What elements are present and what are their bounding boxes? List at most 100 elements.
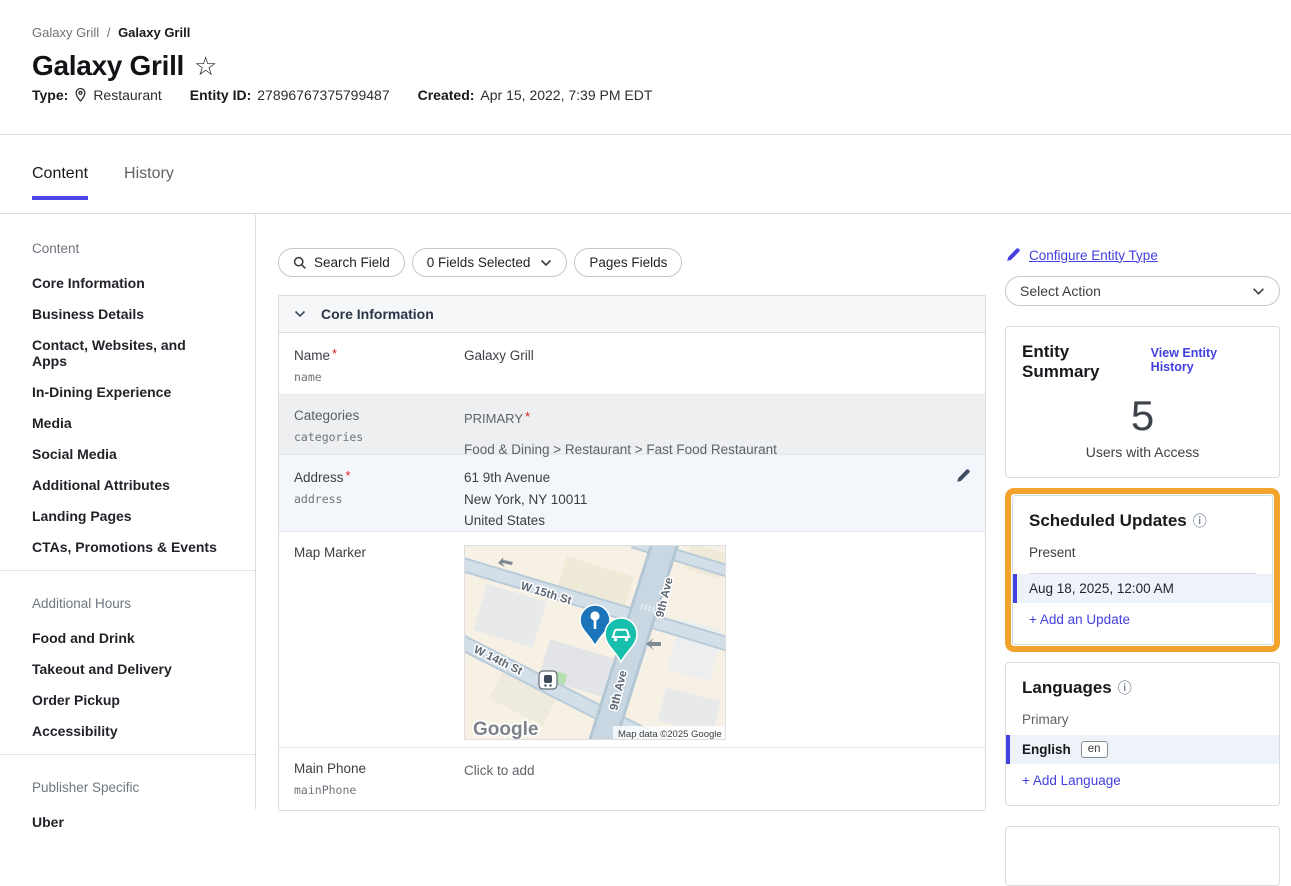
add-language-link[interactable]: + Add Language [1022, 773, 1263, 788]
scheduled-update-row[interactable]: Aug 18, 2025, 12:00 AM [1013, 574, 1272, 603]
type-label: Type: [32, 87, 68, 103]
language-row[interactable]: English en [1006, 735, 1279, 764]
search-field-label: Search Field [314, 255, 390, 270]
core-information-section-header[interactable]: Core Information [279, 296, 985, 333]
sidebar-item-food-and-drink[interactable]: Food and Drink [32, 630, 223, 646]
field-row-main-phone[interactable]: Main Phone mainPhone Click to add [279, 748, 985, 810]
select-action-dropdown[interactable]: Select Action [1005, 276, 1280, 306]
languages-card: Languages ⓘ Primary English en + Add Lan… [1005, 662, 1280, 806]
sidebar-item-uber[interactable]: Uber [32, 814, 223, 830]
tab-history[interactable]: History [124, 165, 174, 200]
info-icon[interactable]: ⓘ [1118, 678, 1132, 698]
edit-pencil-icon[interactable] [941, 468, 971, 518]
field-api-name: categories [294, 430, 456, 444]
scheduled-updates-highlight: Scheduled Updates ⓘ Present Aug 18, 2025… [1005, 488, 1280, 652]
add-update-link[interactable]: + Add an Update [1029, 612, 1256, 627]
entity-summary-title: Entity Summary [1022, 342, 1151, 382]
field-row-address[interactable]: Address* address 61 9th Avenue New York,… [279, 455, 985, 532]
entity-id-label: Entity ID: [190, 87, 251, 103]
sidebar-item-order-pickup[interactable]: Order Pickup [32, 692, 223, 708]
section-title: Core Information [321, 306, 434, 322]
breadcrumb-parent[interactable]: Galaxy Grill [32, 25, 99, 40]
field-value-name[interactable]: Galaxy Grill [464, 346, 971, 381]
present-label: Present [1029, 545, 1256, 560]
view-entity-history-link[interactable]: View Entity History [1151, 346, 1263, 374]
field-row-categories[interactable]: Categories categories PRIMARY* Food & Di… [279, 395, 985, 455]
required-marker: * [332, 346, 337, 361]
select-action-label: Select Action [1020, 283, 1101, 299]
sidebar-heading-additional-hours: Additional Hours [0, 596, 255, 611]
field-value-categories[interactable]: PRIMARY* Food & Dining > Restaurant > Fa… [464, 408, 971, 441]
field-api-name: name [294, 370, 456, 384]
entity-summary-card: Entity Summary View Entity History 5 Use… [1005, 326, 1280, 478]
required-marker: * [346, 468, 351, 483]
sidebar-item-landing-pages[interactable]: Landing Pages [32, 508, 223, 524]
sidebar-item-takeout-and-delivery[interactable]: Takeout and Delivery [32, 661, 223, 677]
scheduled-update-time: Aug 18, 2025, 12:00 AM [1029, 581, 1174, 596]
sidebar-heading-publisher-specific: Publisher Specific [0, 780, 255, 795]
languages-title: Languages [1022, 678, 1112, 698]
main-content: Search Field 0 Fields Selected Pages Fie… [256, 214, 1006, 809]
sidebar-item-social-media[interactable]: Social Media [32, 446, 223, 462]
configure-entity-type-link[interactable]: Configure Entity Type [1029, 248, 1158, 263]
field-label: Categories [294, 408, 456, 423]
star-icon[interactable]: ☆ [194, 53, 217, 79]
field-api-name: address [294, 492, 456, 506]
users-with-access-label: Users with Access [1022, 444, 1263, 460]
sidebar-item-core-information[interactable]: Core Information [32, 275, 223, 291]
pencil-icon [1005, 247, 1021, 263]
field-value-address[interactable]: 61 9th Avenue New York, NY 10011 United … [464, 468, 941, 518]
page-title: Galaxy Grill [32, 50, 184, 82]
breadcrumb-separator: / [107, 25, 111, 40]
sidebar-divider [0, 570, 255, 571]
field-toolbar: Search Field 0 Fields Selected Pages Fie… [278, 248, 1006, 277]
field-label: Main Phone [294, 761, 456, 776]
subway-station-icon [539, 671, 557, 689]
sidebar-item-business-details[interactable]: Business Details [32, 306, 223, 322]
search-field-button[interactable]: Search Field [278, 248, 405, 277]
sidebar-item-contact-websites-apps[interactable]: Contact, Websites, and Apps [32, 337, 223, 369]
entity-id-value: 27896767375799487 [257, 87, 389, 103]
tab-content[interactable]: Content [32, 165, 88, 200]
sidebar-item-additional-attributes[interactable]: Additional Attributes [32, 477, 223, 493]
chevron-down-icon [294, 310, 306, 318]
type-value: Restaurant [93, 87, 161, 103]
language-code-badge: en [1081, 741, 1108, 758]
users-with-access-count: 5 [1022, 392, 1263, 440]
language-name: English [1022, 742, 1071, 757]
field-row-map-marker[interactable]: Map Marker [279, 532, 985, 748]
breadcrumb-current: Galaxy Grill [118, 25, 190, 40]
fields-selected-label: 0 Fields Selected [427, 255, 531, 270]
tab-bar: Content History [0, 135, 1291, 214]
pages-fields-label: Pages Fields [589, 255, 667, 270]
field-label: Map Marker [294, 545, 456, 560]
created-label: Created: [418, 87, 475, 103]
entity-meta: Type: Restaurant Entity ID: 278967673757… [32, 87, 652, 103]
sidebar-item-in-dining-experience[interactable]: In-Dining Experience [32, 384, 223, 400]
next-card-partial [1005, 826, 1280, 886]
address-line-3: United States [464, 511, 941, 531]
field-value-main-phone[interactable]: Click to add [464, 761, 971, 797]
sidebar-item-media[interactable]: Media [32, 415, 223, 431]
primary-language-label: Primary [1022, 712, 1263, 727]
fields-selected-dropdown[interactable]: 0 Fields Selected [412, 248, 568, 277]
right-panel: Configure Entity Type Select Action Enti… [1005, 214, 1280, 809]
map-image: W 15th St 9th Ave 9th Ave W 14th St [465, 546, 726, 740]
map-attribution: Map data ©2025 Google [618, 729, 722, 740]
address-line-1: 61 9th Avenue [464, 468, 941, 488]
sidebar-item-accessibility[interactable]: Accessibility [32, 723, 223, 739]
left-sidebar: Content Core Information Business Detail… [0, 215, 256, 809]
field-row-name[interactable]: Name* name Galaxy Grill [279, 333, 985, 395]
info-icon[interactable]: ⓘ [1193, 511, 1207, 531]
categories-path: Food & Dining > Restaurant > Fast Food R… [464, 440, 971, 460]
field-label: Name [294, 348, 330, 363]
chevron-down-icon [1252, 287, 1265, 296]
chevron-down-icon [540, 259, 552, 267]
categories-primary-label: PRIMARY [464, 411, 523, 426]
map-thumbnail[interactable]: W 15th St 9th Ave 9th Ave W 14th St [464, 545, 726, 740]
address-line-2: New York, NY 10011 [464, 490, 941, 510]
pages-fields-button[interactable]: Pages Fields [574, 248, 682, 277]
sidebar-item-ctas-promotions-events[interactable]: CTAs, Promotions & Events [32, 539, 223, 555]
sidebar-divider [0, 754, 255, 755]
field-api-name: mainPhone [294, 783, 456, 797]
